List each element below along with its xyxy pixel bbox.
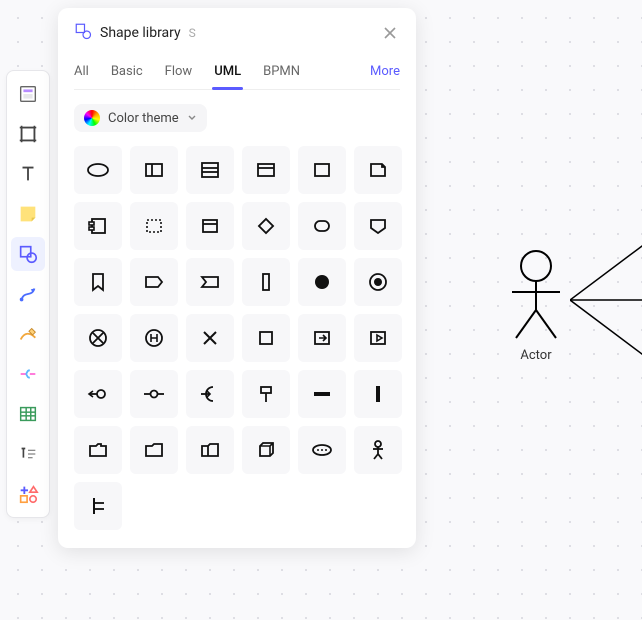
tab-basic[interactable]: Basic	[111, 58, 143, 89]
shape-shield[interactable]	[354, 202, 402, 250]
tool-table[interactable]	[11, 397, 45, 431]
shape-library-panel: Shape library S All Basic Flow UML BPMN …	[58, 8, 416, 548]
tab-all[interactable]: All	[74, 58, 89, 89]
shape-table[interactable]	[186, 146, 234, 194]
shape-arrow-box[interactable]	[354, 314, 402, 362]
shape-h-circle[interactable]	[130, 314, 178, 362]
panel-title: Shape library	[100, 25, 181, 41]
tool-shape[interactable]	[11, 237, 45, 271]
canvas-connector[interactable]	[570, 240, 642, 364]
shape-state[interactable]	[298, 202, 346, 250]
shape-decision[interactable]	[242, 202, 290, 250]
shape-fork-node[interactable]	[130, 370, 178, 418]
shape-x-circle[interactable]	[74, 314, 122, 362]
close-button[interactable]	[380, 23, 400, 43]
tool-template[interactable]	[11, 77, 45, 111]
shape-square[interactable]	[242, 314, 290, 362]
shape-receive-signal[interactable]	[186, 258, 234, 306]
shape-ring-circle[interactable]	[354, 258, 402, 306]
shape-cube[interactable]	[242, 426, 290, 474]
shape-folder[interactable]	[74, 426, 122, 474]
color-theme-label: Color theme	[108, 111, 179, 126]
shape-send-signal[interactable]	[130, 258, 178, 306]
shape-filled-circle[interactable]	[298, 258, 346, 306]
tool-sticky-note[interactable]	[11, 197, 45, 231]
color-wheel-icon	[84, 110, 100, 126]
tool-pen[interactable]	[11, 317, 45, 351]
shape-folder-panel[interactable]	[186, 426, 234, 474]
shape-merge[interactable]	[186, 370, 234, 418]
shape-bookmark[interactable]	[74, 258, 122, 306]
tool-frame[interactable]	[11, 117, 45, 151]
shape-exit[interactable]	[298, 314, 346, 362]
shape-interface[interactable]	[186, 202, 234, 250]
shape-rect[interactable]	[298, 146, 346, 194]
shape-library-icon	[74, 22, 92, 44]
actor-label: Actor	[506, 348, 566, 363]
tab-flow[interactable]: Flow	[165, 58, 193, 89]
shape-pin[interactable]	[242, 370, 290, 418]
shape-x-mark[interactable]	[186, 314, 234, 362]
shape-class[interactable]	[130, 146, 178, 194]
shape-actor[interactable]	[354, 426, 402, 474]
tabs: All Basic Flow UML BPMN More	[74, 58, 400, 90]
tool-mindmap[interactable]	[11, 357, 45, 391]
shape-dotted-rect[interactable]	[130, 202, 178, 250]
canvas-actor[interactable]: Actor	[506, 250, 566, 363]
shape-folder2[interactable]	[130, 426, 178, 474]
tool-text-block[interactable]	[11, 437, 45, 471]
shape-bar-horiz[interactable]	[298, 370, 346, 418]
tool-connector[interactable]	[11, 277, 45, 311]
shape-bar-thin-vert[interactable]	[354, 370, 402, 418]
shape-assoc[interactable]	[74, 482, 122, 530]
shape-bar-vert[interactable]	[242, 258, 290, 306]
tab-uml[interactable]: UML	[214, 58, 241, 89]
shape-package[interactable]	[242, 146, 290, 194]
tabs-more[interactable]: More	[370, 58, 400, 89]
shape-grid	[74, 146, 400, 530]
tab-bpmn[interactable]: BPMN	[263, 58, 300, 89]
shape-ellipse[interactable]	[74, 146, 122, 194]
tool-more-shapes[interactable]	[11, 477, 45, 511]
color-theme-button[interactable]: Color theme	[74, 104, 207, 132]
shape-ellipsis[interactable]	[298, 426, 346, 474]
panel-shortcut: S	[189, 26, 196, 40]
chevron-down-icon	[187, 113, 197, 123]
left-toolbar	[6, 70, 50, 518]
tool-text[interactable]	[11, 157, 45, 191]
shape-note[interactable]	[354, 146, 402, 194]
shape-fork-left[interactable]	[74, 370, 122, 418]
shape-component[interactable]	[74, 202, 122, 250]
